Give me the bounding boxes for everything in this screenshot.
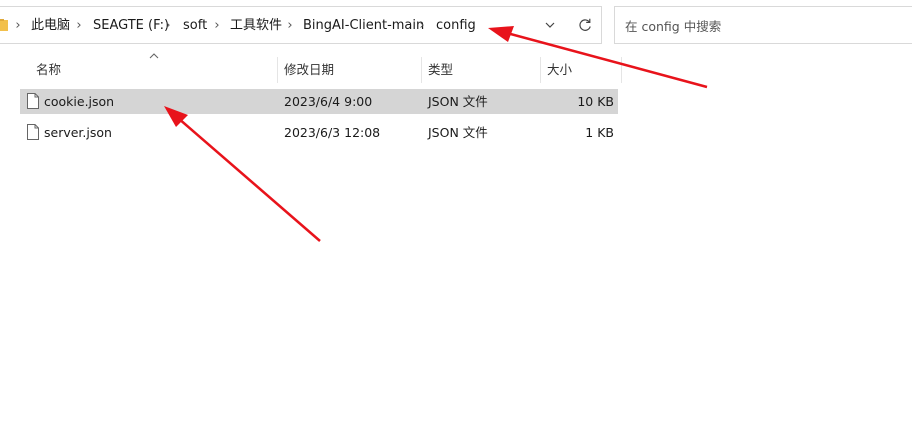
column-header-size[interactable]: 大小: [541, 55, 621, 84]
file-icon: [27, 93, 39, 109]
folder-icon: [0, 19, 8, 31]
file-name: server.json: [44, 125, 112, 140]
column-header-name[interactable]: 名称: [30, 55, 276, 84]
file-type: JSON 文件: [428, 125, 488, 140]
refresh-icon[interactable]: [577, 17, 593, 33]
breadcrumb-separator: ›: [15, 18, 21, 33]
breadcrumb-item-tools[interactable]: 工具软件: [230, 17, 282, 34]
breadcrumb-separator: ›: [419, 18, 425, 33]
file-size: 10 KB: [577, 94, 614, 109]
file-name: cookie.json: [44, 94, 115, 109]
breadcrumb-separator: ›: [165, 18, 171, 33]
breadcrumb-item-config[interactable]: config: [436, 17, 476, 34]
address-bar[interactable]: [0, 6, 602, 44]
chevron-down-icon[interactable]: [544, 19, 556, 31]
breadcrumb-item-bingai[interactable]: BingAI-Client-main: [303, 17, 424, 34]
breadcrumb-item-this-pc[interactable]: 此电脑: [31, 17, 70, 34]
column-header-modified[interactable]: 修改日期: [278, 55, 421, 84]
breadcrumb-item-drive[interactable]: SEAGTE (F:): [93, 17, 169, 34]
file-row-server[interactable]: server.json 2023/6/3 12:08 JSON 文件 1 KB: [20, 120, 618, 145]
column-divider[interactable]: [621, 57, 622, 83]
breadcrumb-separator: ›: [287, 18, 293, 33]
file-type: JSON 文件: [428, 94, 488, 109]
address-bar-row: › 此电脑 › SEAGTE (F:) › soft › 工具软件 › Bing…: [0, 0, 912, 52]
file-modified: 2023/6/4 9:00: [284, 94, 373, 109]
search-input[interactable]: [625, 18, 895, 34]
file-explorer-window: › 此电脑 › SEAGTE (F:) › soft › 工具软件 › Bing…: [0, 0, 912, 421]
breadcrumb-item-soft[interactable]: soft: [183, 17, 207, 34]
file-icon: [27, 124, 39, 140]
file-row-cookie[interactable]: cookie.json 2023/6/4 9:00 JSON 文件 10 KB: [20, 89, 618, 114]
file-modified: 2023/6/3 12:08: [284, 125, 381, 140]
breadcrumb-separator: ›: [76, 18, 82, 33]
column-header-type[interactable]: 类型: [422, 55, 540, 84]
file-size: 1 KB: [585, 125, 614, 140]
breadcrumb-separator: ›: [214, 18, 220, 33]
